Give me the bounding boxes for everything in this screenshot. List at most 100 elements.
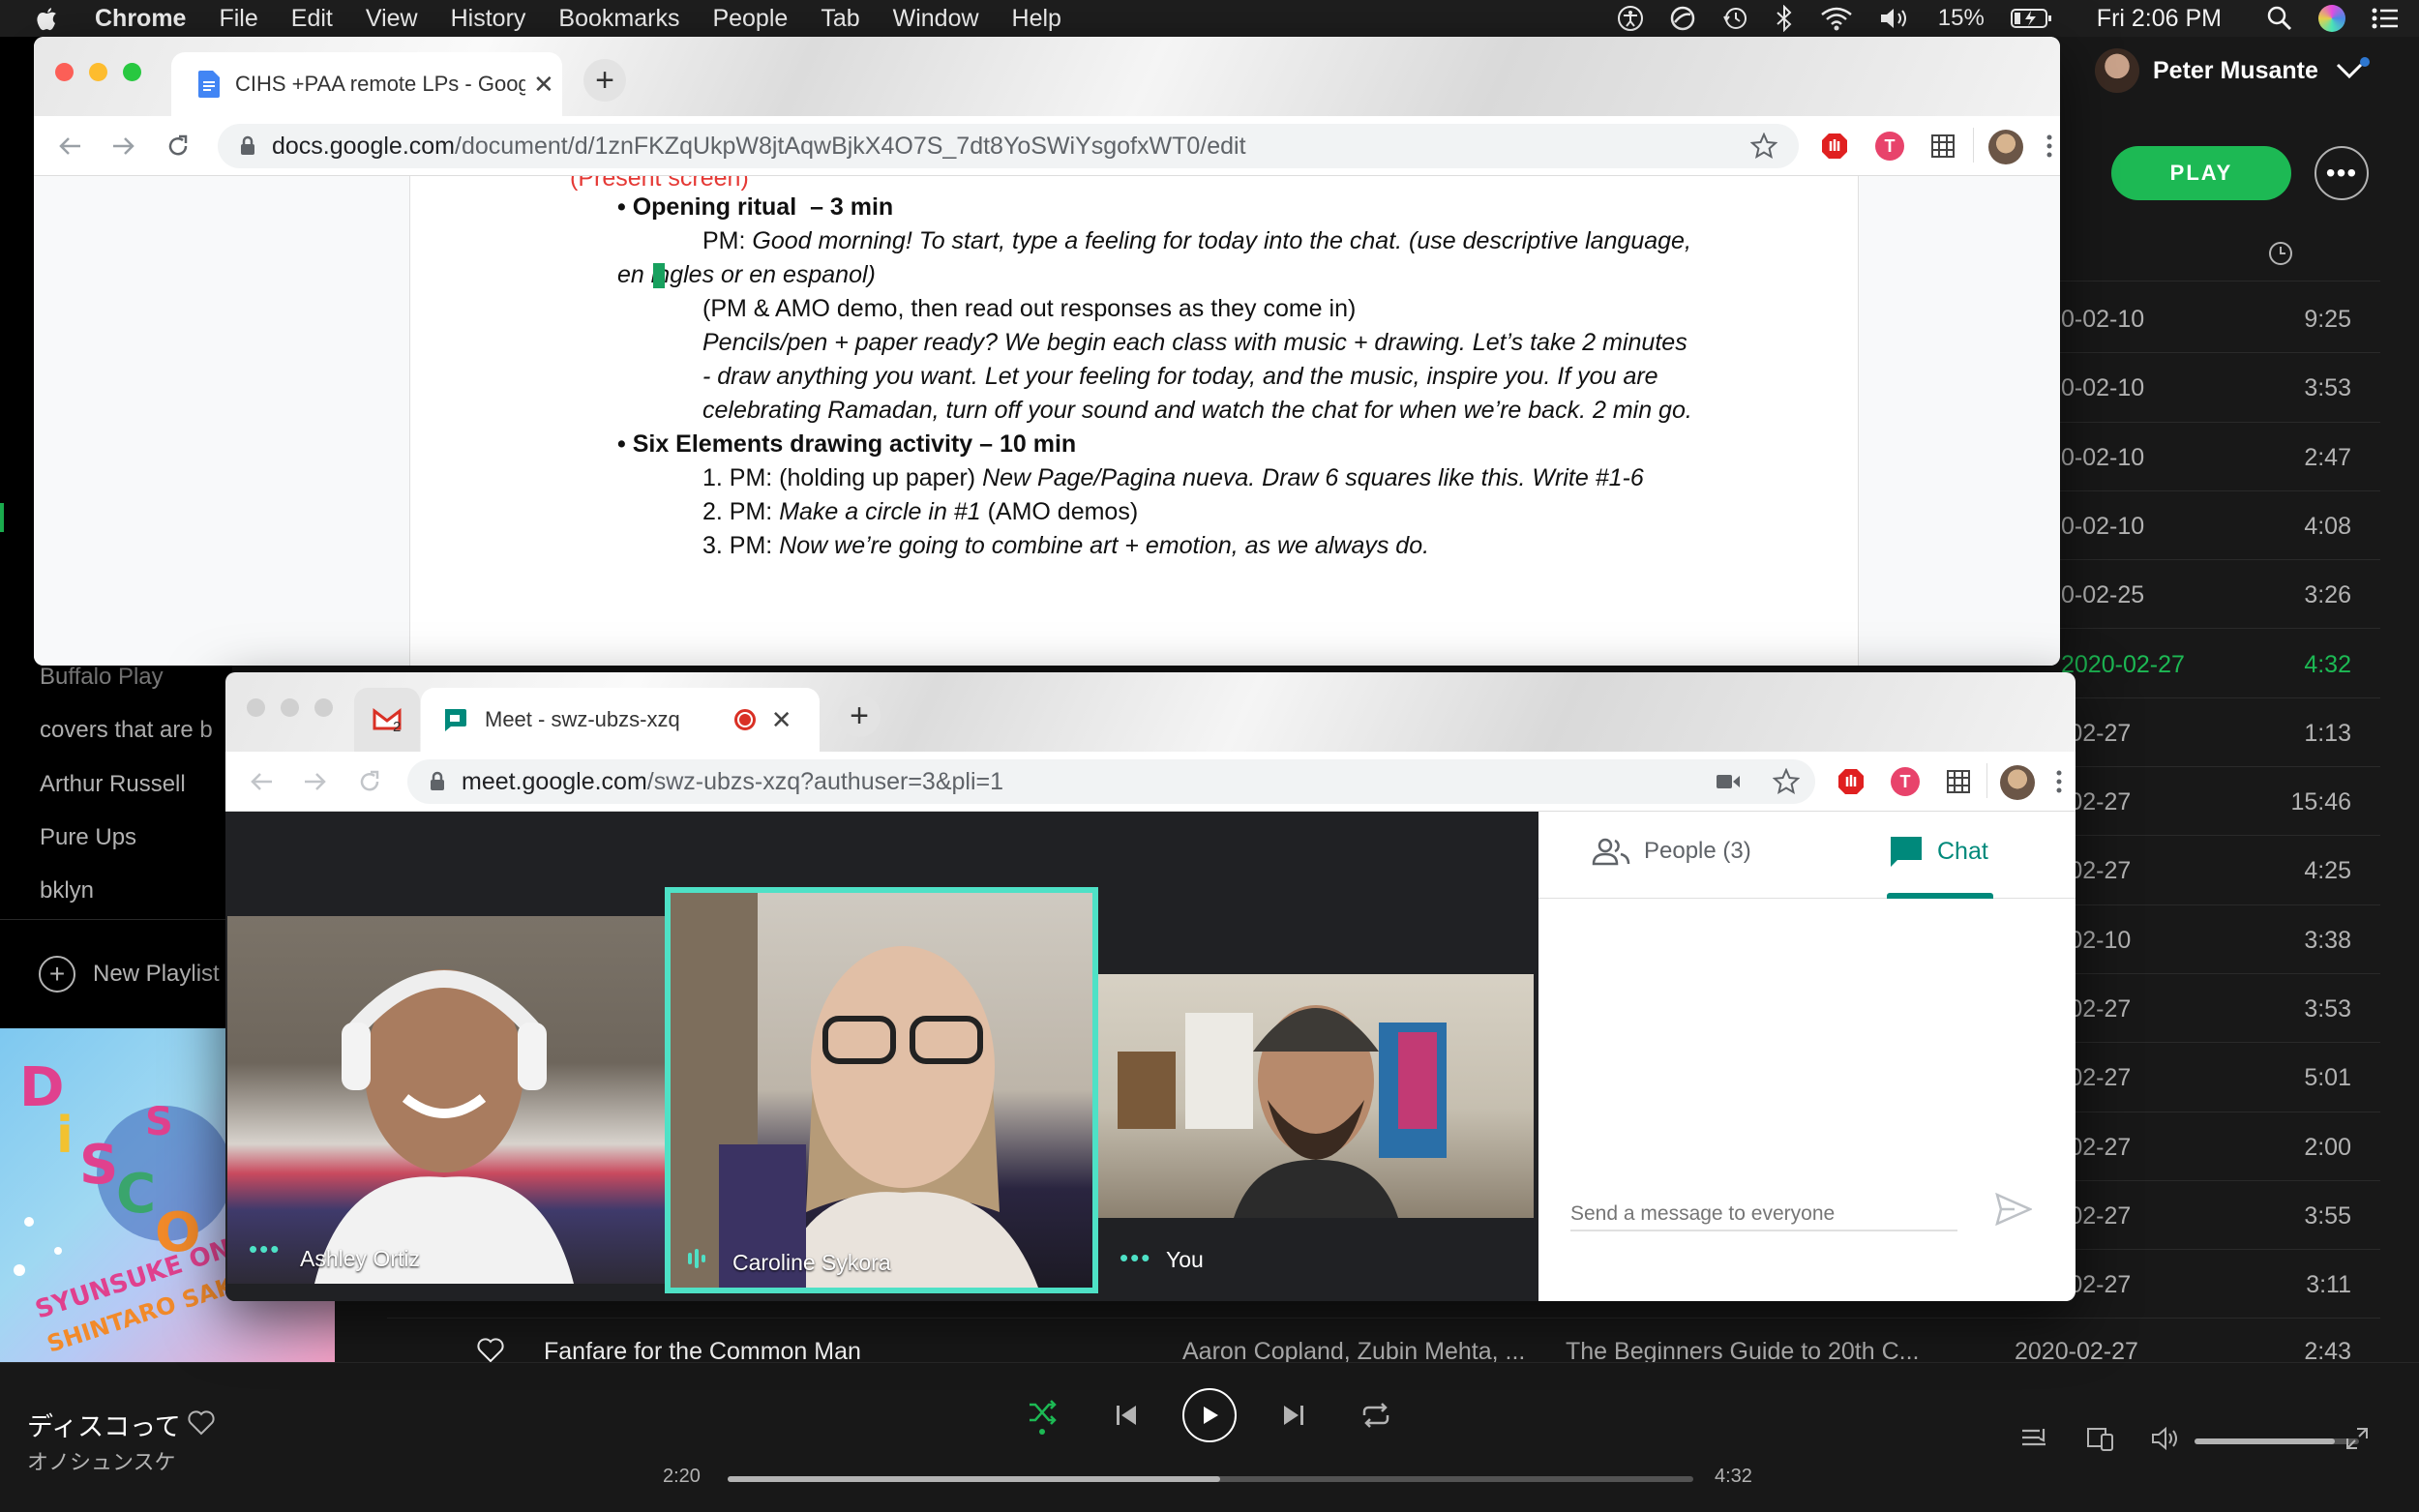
sidebar-playlist-bklyn[interactable]: bklyn [40, 877, 224, 904]
tab-chat[interactable]: Chat [1889, 835, 1988, 868]
camera-in-use-icon[interactable] [1715, 771, 1742, 792]
menu-view[interactable]: View [366, 5, 418, 33]
tab-close-icon[interactable]: ✕ [533, 70, 554, 100]
heart-icon[interactable] [187, 1409, 216, 1437]
sync-icon[interactable] [1669, 5, 1696, 32]
tab-google-docs[interactable]: CIHS +PAA remote LPs - Goog ✕ [171, 52, 562, 116]
tab-extension-icon[interactable]: T [1891, 767, 1920, 796]
siri-icon[interactable] [2318, 5, 2345, 32]
tab-google-meet[interactable]: Meet - swz-ubzs-xzq ✕ [421, 688, 820, 752]
apple-logo-icon[interactable] [35, 5, 58, 32]
new-tab-button[interactable]: + [838, 695, 881, 737]
bluetooth-icon[interactable] [1774, 5, 1795, 32]
back-icon[interactable] [57, 135, 82, 157]
track-duration: 4:32 [2304, 650, 2351, 678]
menu-file[interactable]: File [219, 5, 257, 33]
sidebar-playlist-buffalo-play[interactable]: Buffalo Play [40, 664, 224, 691]
track-date: 0-02-10 [2061, 374, 2145, 402]
send-icon[interactable] [1995, 1193, 2032, 1226]
repeat-icon[interactable] [1360, 1402, 1391, 1429]
list-text: Now we’re going to combine art + emotion… [779, 532, 1430, 559]
menu-help[interactable]: Help [1012, 5, 1061, 33]
track-duration: 3:53 [2304, 374, 2351, 402]
reload-icon[interactable] [165, 133, 191, 159]
menu-app-name[interactable]: Chrome [95, 5, 186, 33]
new-tab-button[interactable]: + [583, 59, 626, 102]
volume-slider[interactable] [2195, 1438, 2359, 1444]
sidebar-playlist-covers[interactable]: covers that are b [40, 717, 224, 744]
bookmark-star-icon[interactable] [1773, 768, 1800, 795]
address-bar[interactable]: docs.google.com/document/d/1znFKZqUkpW8j… [218, 124, 1799, 168]
tab-people[interactable]: People (3) [1592, 837, 1751, 866]
heart-icon[interactable] [476, 1337, 505, 1364]
now-playing-title[interactable]: ディスコって [27, 1406, 181, 1443]
volume-icon[interactable] [1878, 6, 1913, 31]
lock-icon[interactable] [429, 771, 446, 792]
plus-icon: + [39, 956, 75, 993]
adblock-extension-icon[interactable] [1820, 132, 1849, 161]
minimize-window-button[interactable] [281, 698, 299, 717]
profile-avatar[interactable] [1988, 130, 2023, 164]
previous-icon[interactable] [1115, 1404, 1138, 1427]
battery-charging-icon[interactable] [2010, 7, 2052, 30]
grid-extension-icon[interactable] [1946, 769, 1971, 794]
document-page[interactable]: (Present screen) • Opening ritual – 3 mi… [409, 176, 1859, 666]
video-tile-caroline-sykora[interactable]: Caroline Sykora [665, 887, 1098, 1293]
sidebar-playlist-pure-ups[interactable]: Pure Ups [40, 824, 224, 851]
new-playlist-button[interactable]: + New Playlist [39, 956, 220, 993]
clock[interactable]: Fri 2:06 PM [2097, 5, 2222, 33]
video-tile-ashley-ortiz[interactable]: ••• Ashley Ortiz [227, 916, 665, 1284]
notification-center-icon[interactable] [2371, 6, 2400, 31]
zoom-window-button[interactable] [123, 63, 141, 81]
now-playing-artist[interactable]: オノシュンスケ [27, 1445, 176, 1476]
next-icon[interactable] [1282, 1404, 1305, 1427]
volume-icon[interactable] [2150, 1425, 2181, 1452]
spotlight-search-icon[interactable] [2266, 5, 2293, 32]
wifi-icon[interactable] [1820, 6, 1853, 31]
forward-icon[interactable] [111, 135, 136, 157]
list-prefix: 3. PM: [702, 532, 780, 559]
forward-icon[interactable] [303, 771, 328, 792]
play-pause-button[interactable] [1182, 1388, 1237, 1442]
devices-icon[interactable] [2086, 1427, 2115, 1452]
address-bar[interactable]: meet.google.com/swz-ubzs-xzq?authuser=3&… [407, 759, 1815, 804]
chat-icon [1891, 837, 1922, 867]
menu-edit[interactable]: Edit [291, 5, 333, 33]
lock-icon[interactable] [239, 135, 256, 157]
user-menu[interactable]: Peter Musante [2095, 48, 2371, 93]
shuffle-icon[interactable] [1026, 1397, 1059, 1436]
chat-message-input[interactable] [1570, 1199, 1957, 1230]
tab-extension-icon[interactable]: T [1875, 132, 1904, 161]
doc-heading-opening-ritual: • Opening ritual – 3 min [617, 193, 893, 222]
tab-close-icon[interactable]: ✕ [771, 705, 792, 735]
grid-extension-icon[interactable] [1930, 133, 1956, 159]
battery-percent: 15% [1937, 5, 1985, 31]
more-options-button[interactable]: ••• [2314, 146, 2369, 200]
reload-icon[interactable] [357, 769, 382, 794]
bookmark-star-icon[interactable] [1750, 133, 1777, 160]
menu-bookmarks[interactable]: Bookmarks [558, 5, 679, 33]
fullscreen-icon[interactable] [2344, 1425, 2371, 1452]
accessibility-icon[interactable] [1617, 5, 1644, 32]
zoom-window-button[interactable] [314, 698, 333, 717]
close-window-button[interactable] [55, 63, 74, 81]
back-icon[interactable] [249, 771, 274, 792]
menu-window[interactable]: Window [893, 5, 979, 33]
adblock-extension-icon[interactable] [1837, 767, 1866, 796]
progress-bar[interactable] [728, 1476, 1693, 1482]
browser-menu-icon[interactable] [2046, 133, 2053, 159]
menu-tab[interactable]: Tab [821, 5, 859, 33]
play-button[interactable]: PLAY [2111, 146, 2291, 200]
queue-icon[interactable] [2020, 1427, 2047, 1450]
time-machine-icon[interactable] [1721, 5, 1748, 32]
close-window-button[interactable] [247, 698, 265, 717]
video-tile-you[interactable] [1098, 974, 1534, 1218]
profile-avatar[interactable] [2000, 765, 2035, 800]
tab-gmail[interactable]: 2 [354, 688, 420, 752]
minimize-window-button[interactable] [89, 63, 107, 81]
menu-people[interactable]: People [712, 5, 788, 33]
menu-history[interactable]: History [451, 5, 526, 33]
sidebar-playlist-arthur-russell[interactable]: Arthur Russell [40, 771, 224, 798]
browser-menu-icon[interactable] [2055, 769, 2063, 794]
svg-text:C: C [116, 1163, 156, 1226]
